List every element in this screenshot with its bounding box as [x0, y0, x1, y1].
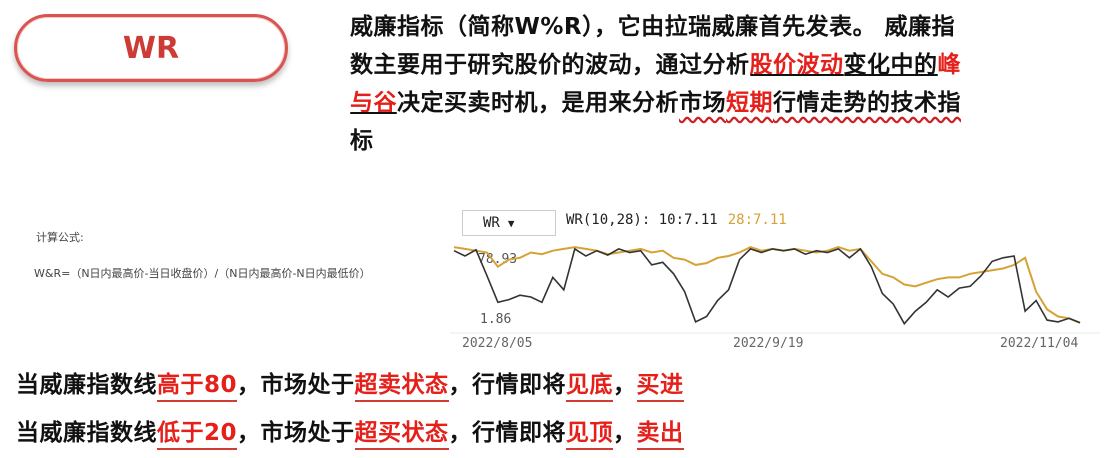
highlight-above-80: 高于80 [157, 372, 238, 398]
formula-title: 计算公式: [36, 231, 84, 244]
title-pill: WR [14, 14, 288, 82]
para-text: 标 [350, 128, 374, 154]
intro-paragraph: 威廉指标（简称W%R），它由拉瑞威廉首先发表。 威廉指 数主要用于研究股价的波动… [350, 8, 1095, 160]
x-tick-1: 2022/8/05 [462, 336, 532, 351]
rule-line-1: 当威廉指数线高于80，市场处于超卖状态，行情即将见底，买进 [16, 365, 684, 399]
highlight-valley: 与谷 [350, 90, 397, 116]
highlight-oversold: 超卖状态 [354, 372, 449, 398]
rule-text: ， [613, 372, 637, 398]
formula-text: W&R=（N日内最高价-当日收盘价）/（N日内最高价-N日内最低价） [34, 267, 371, 280]
highlight-peak: 峰 [937, 52, 961, 78]
rule-text: ，市场处于 [237, 420, 355, 446]
para-text: 决定买卖时机，是用来分析 [397, 90, 679, 116]
para-line-2: 数主要用于研究股价的波动，通过分析股价波动变化中的峰 [350, 46, 1095, 84]
highlight-buy: 买进 [636, 372, 684, 398]
highlight-price-fluctuation: 股价波动 [749, 52, 844, 78]
series-10-line [453, 247, 1081, 326]
y-label-bottom: 1.86 [480, 312, 511, 327]
x-tick-3: 2022/11/04 [1000, 336, 1078, 351]
para-text: 行情走势的技术指 [773, 90, 961, 116]
para-line-4: 标 [350, 122, 1095, 160]
rule-text: 当威廉指数线 [16, 372, 157, 398]
highlight-top: 见顶 [566, 420, 614, 446]
para-text: 威廉指标（简称W%R），它由拉瑞威廉首先发表。 威廉指 [350, 14, 956, 40]
highlight-sell: 卖出 [636, 420, 684, 446]
rule-text: 当威廉指数线 [16, 420, 157, 446]
highlight-market: 市场 [679, 90, 726, 116]
rule-text: ，市场处于 [237, 372, 355, 398]
para-text: 变化中的 [843, 52, 938, 78]
para-text: 数主要用于研究股价的波动，通过分析 [350, 52, 750, 78]
rule-text: ，行情即将 [448, 372, 567, 398]
para-line-3: 与谷决定买卖时机，是用来分析市场短期行情走势的技术指 [350, 84, 1095, 122]
rule-text: ， [613, 420, 637, 446]
para-line-1: 威廉指标（简称W%R），它由拉瑞威廉首先发表。 威廉指 [350, 8, 1095, 46]
highlight-below-20: 低于20 [157, 420, 238, 446]
wr-chart: 78.93 1.86 2022/8/05 2022/9/19 2022/11/0… [450, 246, 1100, 351]
highlight-overbought: 超买状态 [354, 420, 449, 446]
rule-line-2: 当威廉指数线低于20，市场处于超买状态，行情即将见顶，卖出 [16, 413, 684, 447]
series-28-line [453, 246, 1081, 324]
x-tick-2: 2022/9/19 [733, 336, 803, 351]
highlight-bottom: 见底 [566, 372, 614, 398]
rule-text: ，行情即将 [448, 420, 567, 446]
highlight-short-term: 短期 [726, 90, 773, 116]
